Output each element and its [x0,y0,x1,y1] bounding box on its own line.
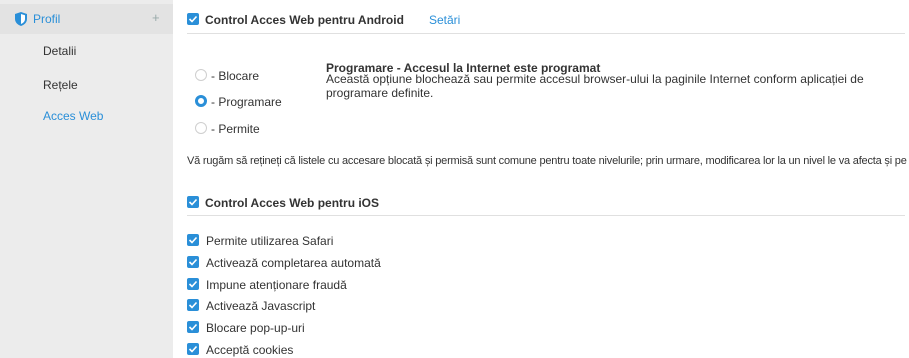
checkbox-cookies[interactable] [187,343,199,355]
sidebar-item-retele[interactable]: Rețele [43,78,78,92]
option-label-popups: Blocare pop-up-uri [206,321,305,335]
divider [187,33,905,34]
checkbox-fraud-warning[interactable] [187,278,199,290]
radio-blocare[interactable] [195,69,207,81]
sidebar-item-detalii[interactable]: Detalii [43,44,76,58]
check-icon [188,301,198,309]
radio-label-programare: - Programare [211,95,282,109]
divider [187,215,905,216]
schedule-description: Această opțiune blochează sau permite ac… [326,72,864,100]
option-label-javascript: Activează Javascript [206,299,316,313]
add-icon[interactable]: + [152,10,160,25]
sidebar-profile-header[interactable]: Profil + [0,4,173,34]
check-icon [188,280,198,288]
radio-permite[interactable] [195,122,207,134]
shield-icon [15,12,27,26]
check-icon [188,345,198,353]
option-label-safari: Permite utilizarea Safari [206,234,334,248]
check-icon [188,323,198,331]
radio-label-blocare: - Blocare [211,69,260,83]
android-section-title: Control Acces Web pentru Android [205,13,404,27]
ios-control-checkbox[interactable] [187,196,199,208]
option-label-cookies: Acceptă cookies [206,343,294,357]
shared-lists-note: Vă rugăm să rețineți că listele cu acces… [187,155,909,167]
option-label-fraud-warning: Impune atenționare fraudă [206,278,347,292]
sidebar: Profil + Detalii Rețele Acces Web [0,0,173,358]
sidebar-item-acces-web[interactable]: Acces Web [43,109,103,123]
checkbox-safari[interactable] [187,234,199,246]
android-control-checkbox[interactable] [187,13,199,25]
sidebar-title: Profil [33,12,61,26]
checkbox-javascript[interactable] [187,299,199,311]
radio-programare[interactable] [195,95,207,107]
settings-link[interactable]: Setări [429,13,460,27]
ios-section-title: Control Acces Web pentru iOS [205,196,380,210]
checkbox-autofill[interactable] [187,256,199,268]
check-icon [188,236,198,244]
check-icon [188,198,198,206]
radio-label-permite: - Permite [211,122,260,136]
check-icon [188,15,198,23]
option-label-autofill: Activează completarea automată [206,256,381,270]
checkbox-popups[interactable] [187,321,199,333]
check-icon [188,258,198,266]
